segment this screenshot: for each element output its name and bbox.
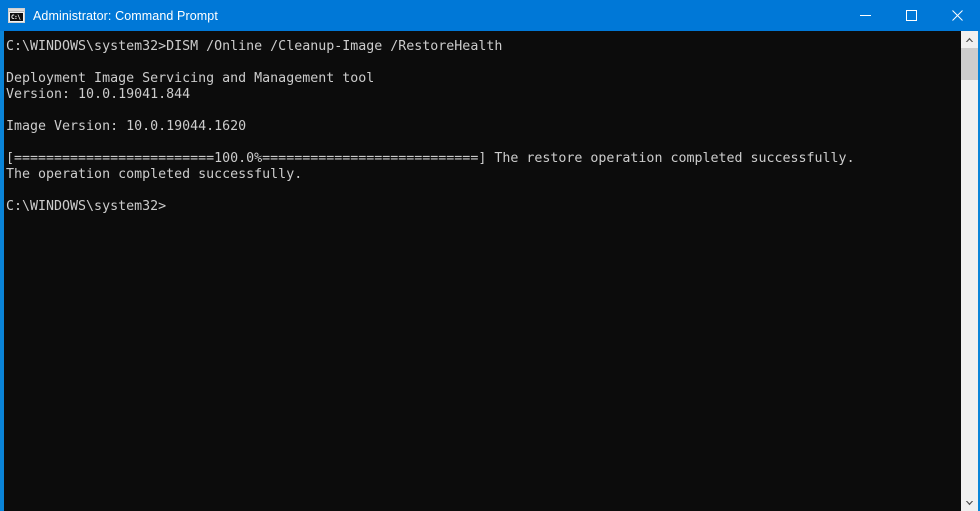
window-titlebar[interactable]: C:\ Administrator: Command Prompt (0, 0, 980, 31)
console-line (6, 183, 961, 199)
scrollbar-thumb[interactable] (961, 48, 978, 80)
command-prompt-window: C:\ Administrator: Command Prompt (0, 0, 980, 511)
console-line-progress: [=========================100.0%========… (6, 151, 961, 167)
console-line-prompt: C:\WINDOWS\system32> (6, 199, 961, 215)
console-line: Deployment Image Servicing and Managemen… (6, 71, 961, 87)
close-button[interactable] (934, 0, 980, 31)
console-line (6, 103, 961, 119)
console-line (6, 135, 961, 151)
minimize-button[interactable] (842, 0, 888, 31)
window-controls (842, 0, 980, 31)
command-prompt-icon: C:\ (8, 8, 25, 23)
icon-titlebar-strip (9, 9, 24, 12)
scroll-up-arrow[interactable] (961, 31, 978, 48)
scrollbar-track[interactable] (961, 48, 978, 494)
titlebar-left: C:\ Administrator: Command Prompt (0, 0, 218, 31)
maximize-button[interactable] (888, 0, 934, 31)
window-body: C:\WINDOWS\system32>DISM /Online /Cleanu… (0, 31, 980, 511)
window-title: Administrator: Command Prompt (33, 9, 218, 23)
console-output[interactable]: C:\WINDOWS\system32>DISM /Online /Cleanu… (4, 31, 961, 511)
console-line: C:\WINDOWS\system32>DISM /Online /Cleanu… (6, 39, 961, 55)
console-line: The operation completed successfully. (6, 167, 961, 183)
console-line: Image Version: 10.0.19044.1620 (6, 119, 961, 135)
scroll-down-arrow[interactable] (961, 494, 978, 511)
vertical-scrollbar[interactable] (961, 31, 978, 511)
icon-screen-text: C:\ (10, 13, 23, 21)
console-line: Version: 10.0.19041.844 (6, 87, 961, 103)
console-line (6, 55, 961, 71)
